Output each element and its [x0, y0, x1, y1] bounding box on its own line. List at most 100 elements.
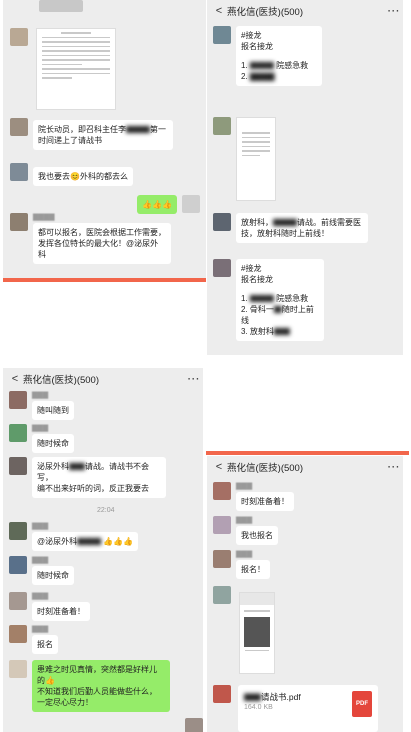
avatar[interactable] — [9, 424, 27, 442]
message-text: 的👍 — [37, 676, 55, 685]
avatar[interactable] — [9, 592, 27, 610]
message-text: 编不出来好听的词，反正我要去 — [37, 484, 149, 493]
message-bubble: 放射科，▇▇▇请战。前线需要医 技，放射科随时上前线！ — [236, 213, 368, 243]
message-text: 不知道我们后勤人员能做些什么， — [37, 687, 157, 696]
message-text: 时刻准备着！ — [241, 497, 289, 506]
back-icon[interactable]: < — [211, 461, 227, 473]
document-image[interactable] — [239, 592, 275, 674]
avatar[interactable] — [213, 516, 231, 534]
file-size: 164.0 KB — [244, 704, 273, 711]
message-text: 2. — [241, 72, 248, 81]
avatar[interactable] — [185, 718, 203, 732]
message-text: 发挥各位特长的最大化！@泌尿外 — [38, 239, 159, 248]
avatar[interactable] — [10, 118, 28, 136]
avatar[interactable] — [10, 163, 28, 181]
message-bubble: #接龙 报名接龙 1. ▇▇▇ 院感急救 2. 骨科一▇随时上前线 3. 放射科… — [236, 259, 324, 341]
avatar[interactable] — [9, 391, 27, 409]
self-avatar[interactable] — [182, 195, 200, 213]
chat-title: 燕化信(医技)(500) — [23, 375, 100, 386]
message-text: 科 — [38, 250, 46, 259]
timestamp: 22:04 — [97, 507, 115, 514]
document-image[interactable] — [36, 28, 116, 110]
message-bubble: 随时候命 — [32, 566, 74, 585]
section-divider — [206, 451, 409, 455]
avatar[interactable] — [10, 213, 28, 231]
avatar[interactable] — [9, 522, 27, 540]
message-text: 1. — [241, 294, 248, 303]
message-bubble: 我也报名 — [236, 526, 278, 545]
chat-header: < 燕化信(医技)(500) ··· — [207, 0, 403, 22]
chat-panel-4: < 燕化信(医技)(500) ··· ▇▇▇ 时刻准备着！ ▇▇▇ 我也报名 ▇… — [207, 456, 403, 732]
chat-panel-3: < 燕化信(医技)(500) ··· ▇▇▇ 随叫随到 ▇▇▇ 随时候命 泌尿外… — [3, 368, 203, 732]
avatar[interactable] — [9, 660, 27, 678]
document-image[interactable] — [236, 117, 276, 201]
avatar[interactable] — [9, 457, 27, 475]
file-message[interactable]: ▇▇请战书.pdf 164.0 KB PDF — [238, 685, 378, 732]
avatar[interactable] — [213, 213, 231, 231]
message-text: #接龙 — [241, 264, 262, 273]
avatar[interactable] — [213, 117, 231, 135]
message-text: 报名！ — [241, 565, 265, 574]
chat-panel-2: < 燕化信(医技)(500) ··· #接龙 报名接龙 1. ▇▇▇ 院感急救 … — [207, 0, 403, 355]
message-bubble: 我也要去😊外科的都去么 — [33, 167, 133, 186]
message-text: 1. — [241, 61, 248, 70]
message-text: 👍👍👍 — [142, 200, 172, 209]
section-divider — [3, 278, 206, 282]
message-text: 报名接龙 — [241, 275, 273, 284]
message-text: 报名接龙 — [241, 42, 273, 51]
more-icon[interactable]: ··· — [185, 374, 203, 385]
message-bubble: 都可以报名，医院会根据工作需要， 发挥各位特长的最大化！@泌尿外 科 — [33, 223, 171, 264]
message-text: 院长动员，即召科主任李 — [38, 125, 126, 134]
self-message-bubble: 患难之时见真情，突然都是好样儿 的👍 不知道我们后勤人员能做些什么， 一定尽心尽… — [32, 660, 170, 712]
avatar[interactable] — [213, 685, 231, 703]
message-text: 3. 放射科 — [241, 327, 274, 336]
avatar-top — [39, 0, 83, 12]
self-message-bubble: 👍👍👍 — [137, 195, 177, 214]
avatar[interactable] — [9, 625, 27, 643]
message-bubble: 随时候命 — [32, 434, 74, 453]
message-text: 我也要去😊外科的都去么 — [38, 172, 128, 181]
avatar[interactable] — [10, 28, 28, 46]
chat-panel-1: 院长动员，即召科主任李▇▇▇第一时间递上了请战书 我也要去😊外科的都去么 👍👍👍… — [3, 0, 206, 278]
message-text: 随叫随到 — [37, 406, 69, 415]
message-text: 技，放射科随时上前线！ — [241, 229, 329, 238]
more-icon[interactable]: ··· — [385, 6, 403, 17]
avatar[interactable] — [213, 26, 231, 44]
avatar[interactable] — [213, 259, 231, 277]
message-bubble: 报名 — [32, 635, 58, 654]
file-name: 请战书.pdf — [261, 692, 301, 702]
message-text: 泌尿外科 — [37, 462, 69, 471]
message-text: 随时候命 — [37, 439, 69, 448]
avatar[interactable] — [9, 556, 27, 574]
message-text: 都可以报名，医院会根据工作需要， — [38, 228, 166, 237]
message-text: 放射科， — [241, 218, 273, 227]
message-bubble: 随叫随到 — [32, 401, 74, 420]
sender-name: ▇▇▇▇ — [33, 214, 55, 221]
message-text: @泌尿外科 — [37, 537, 78, 546]
message-bubble: @泌尿外科▇▇▇ 👍👍👍 — [32, 532, 139, 551]
avatar[interactable] — [213, 482, 231, 500]
chat-header: < 燕化信(医技)(500) ··· — [207, 456, 403, 478]
message-text: 2. 骨科一 — [241, 305, 274, 314]
message-text: 随时候命 — [37, 571, 69, 580]
message-text: 时刻准备着！ — [37, 607, 85, 616]
message-bubble: 泌尿外科▇▇请战。请战书不会写， 编不出来好听的词，反正我要去 — [32, 457, 166, 498]
back-icon[interactable]: < — [7, 373, 23, 385]
message-bubble: 报名！ — [236, 560, 270, 579]
message-text: 患难之时见真情，突然都是好样儿 — [37, 665, 157, 674]
avatar[interactable] — [213, 586, 231, 604]
message-text: 一定尽心尽力！ — [37, 698, 93, 707]
message-text: 报名 — [37, 640, 53, 649]
message-bubble: #接龙 报名接龙 1. ▇▇▇ 院感急救 2. ▇▇▇▇ — [236, 26, 322, 86]
message-bubble: 时刻准备着！ — [236, 492, 294, 511]
avatar[interactable] — [213, 550, 231, 568]
message-text: 我也报名 — [241, 531, 273, 540]
chat-header: < 燕化信(医技)(500) ··· — [3, 368, 203, 390]
chat-title: 燕化信(医技)(500) — [227, 7, 304, 18]
back-icon[interactable]: < — [211, 5, 227, 17]
pdf-icon: PDF — [352, 691, 372, 717]
chat-title: 燕化信(医技)(500) — [227, 463, 304, 474]
message-bubble: 院长动员，即召科主任李▇▇▇第一时间递上了请战书 — [33, 120, 173, 150]
message-bubble: 时刻准备着！ — [32, 602, 90, 621]
more-icon[interactable]: ··· — [385, 462, 403, 473]
